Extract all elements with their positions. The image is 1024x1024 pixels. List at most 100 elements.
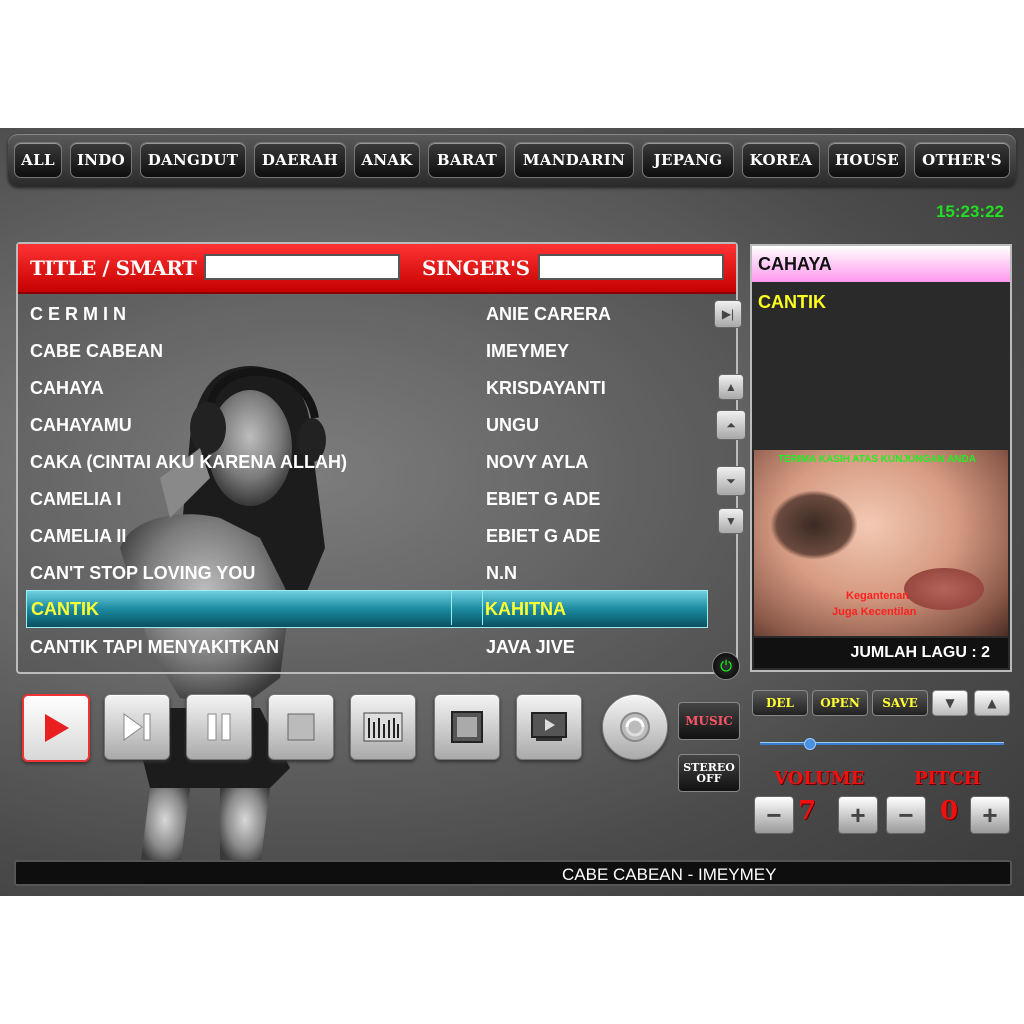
power-icon: ⏻ <box>720 657 732 675</box>
song-title: CANTIK TAPI MENYAKITKAN <box>30 637 280 657</box>
queue-move-down-button[interactable]: ▼ <box>932 690 968 716</box>
video-marquee-text: TERIMA KASIH ATAS KUNJUNGAN ANDA <box>778 454 976 465</box>
category-barat[interactable]: BARAT <box>428 142 506 178</box>
title-search-input[interactable] <box>204 254 400 280</box>
song-row[interactable]: CABE CABEAN IMEYMEY <box>26 333 716 369</box>
volume-value: 7 <box>798 796 817 826</box>
lyric-line-1: Kegantenan <box>846 590 909 602</box>
stereo-button[interactable]: STEREO OFF <box>678 754 740 792</box>
category-daerah[interactable]: DAERAH <box>254 142 346 178</box>
lyric-line-2: Juga Kecentilan <box>832 606 917 618</box>
song-title: C E R M I N <box>30 304 127 324</box>
song-row-selected[interactable]: CANTIK KAHITNA <box>26 590 708 628</box>
song-singer: KRISDAYANTI <box>486 378 606 398</box>
queue-item[interactable]: CANTIK <box>752 284 1010 320</box>
background-image-button[interactable] <box>434 694 500 760</box>
song-row[interactable]: CAN'T STOP LOVING YOU N.N <box>26 555 716 591</box>
song-row[interactable]: CANTIK TAPI MENYAKITKAN JAVA JIVE <box>26 629 716 665</box>
video-button[interactable] <box>516 694 582 760</box>
song-row[interactable]: CAHAYAMU UNGU <box>26 407 716 443</box>
song-title: CANTIK <box>31 599 99 619</box>
song-row[interactable]: C E R M I N ANIE CARERA <box>26 296 716 332</box>
volume-down-button[interactable]: − <box>754 796 794 834</box>
song-title: CABE CABEAN <box>30 341 164 361</box>
song-row[interactable]: CAHAYA KRISDAYANTI <box>26 370 716 406</box>
category-all[interactable]: ALL <box>14 142 62 178</box>
play-button[interactable] <box>22 694 90 762</box>
song-row[interactable]: CAKA (CINTAI AKU KARENA ALLAH) NOVY AYLA <box>26 444 716 480</box>
scroll-down-button[interactable]: ▼ <box>718 508 744 534</box>
skip-next-icon <box>123 713 151 741</box>
song-title: CAMELIA II <box>30 526 127 546</box>
category-mandarin[interactable]: MANDARIN <box>514 142 634 178</box>
queue-move-up-button[interactable]: ▲ <box>974 690 1010 716</box>
position-slider[interactable] <box>760 738 1004 750</box>
singer-search-label: SINGER'S <box>422 256 530 280</box>
song-title: CAHAYAMU <box>30 415 132 435</box>
equalizer-icon <box>363 712 403 742</box>
category-others[interactable]: OTHER'S <box>914 142 1010 178</box>
category-indo[interactable]: INDO <box>70 142 132 178</box>
minus-icon: − <box>898 800 914 830</box>
play-icon <box>45 714 69 742</box>
clock: 15:23:22 <box>935 202 1004 221</box>
equalizer-button[interactable] <box>350 694 416 760</box>
queue-item[interactable]: CAHAYA <box>752 246 1010 282</box>
delete-queue-button[interactable]: DEL <box>752 690 808 716</box>
slider-knob[interactable] <box>804 738 816 750</box>
song-singer: N.N <box>486 563 517 583</box>
power-button[interactable]: ⏻ <box>712 652 740 680</box>
stop-icon <box>287 713 315 741</box>
page-up-icon: ⏶ <box>726 417 736 432</box>
title-search-label: TITLE / SMART <box>30 256 197 280</box>
pitch-down-button[interactable]: − <box>886 796 926 834</box>
stop-button[interactable] <box>268 694 334 760</box>
song-list-panel: TITLE / SMART SINGER'S C E R M I N ANIE C… <box>16 242 746 674</box>
singer-search-input[interactable] <box>538 254 724 280</box>
pitch-up-button[interactable]: + <box>970 796 1010 834</box>
video-preview: TERIMA KASIH ATAS KUNJUNGAN ANDA Kegante… <box>754 450 1008 636</box>
minus-icon: − <box>766 800 782 830</box>
next-button[interactable] <box>104 694 170 760</box>
open-queue-button[interactable]: OPEN <box>812 690 868 716</box>
volume-up-button[interactable]: + <box>838 796 878 834</box>
song-title: CAMELIA I <box>30 489 122 509</box>
save-queue-button[interactable]: SAVE <box>872 690 928 716</box>
row-divider <box>451 591 483 625</box>
song-title: CAHAYA <box>30 378 104 398</box>
video-face-eyes <box>770 490 858 560</box>
pause-button[interactable] <box>186 694 252 760</box>
repeat-button[interactable] <box>602 694 668 760</box>
song-singer: ANIE CARERA <box>486 304 612 324</box>
category-korea[interactable]: KOREA <box>742 142 820 178</box>
scroll-up-button[interactable]: ▲ <box>718 374 744 400</box>
song-row[interactable]: CAMELIA II EBIET G ADE <box>26 518 716 554</box>
category-anak[interactable]: ANAK <box>354 142 420 178</box>
video-face-lips <box>904 568 984 610</box>
page-up-button[interactable]: ⏶ <box>716 410 746 440</box>
category-dangdut[interactable]: DANGDUT <box>140 142 246 178</box>
song-singer: NOVY AYLA <box>486 452 589 472</box>
song-row[interactable]: CAMELIA I EBIET G ADE <box>26 481 716 517</box>
karaoke-app: ALL INDO DANGDUT DAERAH ANAK BARAT MANDA… <box>0 128 1024 896</box>
plus-icon: + <box>850 800 866 830</box>
search-bar: TITLE / SMART SINGER'S <box>18 244 736 294</box>
song-title: CAKA (CINTAI AKU KARENA ALLAH) <box>30 452 347 472</box>
song-singer: UNGU <box>486 415 539 435</box>
add-to-queue-button[interactable]: ▶| <box>714 300 742 328</box>
page-down-button[interactable]: ⏷ <box>716 466 746 496</box>
chevron-up-icon: ▲ <box>987 696 997 710</box>
chevron-down-icon: ▼ <box>945 696 955 710</box>
music-button[interactable]: MUSIC <box>678 702 740 740</box>
arrow-up-icon: ▲ <box>725 380 737 394</box>
video-player-icon <box>531 712 567 741</box>
category-jepang[interactable]: JEPANG <box>642 142 734 178</box>
song-singer: EBIET G ADE <box>486 526 601 546</box>
song-singer: JAVA JIVE <box>486 637 575 657</box>
song-singer: KAHITNA <box>485 599 566 619</box>
plus-icon: + <box>982 800 998 830</box>
category-house[interactable]: HOUSE <box>828 142 906 178</box>
song-count: JUMLAH LAGU : 2 <box>754 638 1008 668</box>
song-singer: IMEYMEY <box>486 341 570 361</box>
pitch-value: 0 <box>940 796 959 826</box>
